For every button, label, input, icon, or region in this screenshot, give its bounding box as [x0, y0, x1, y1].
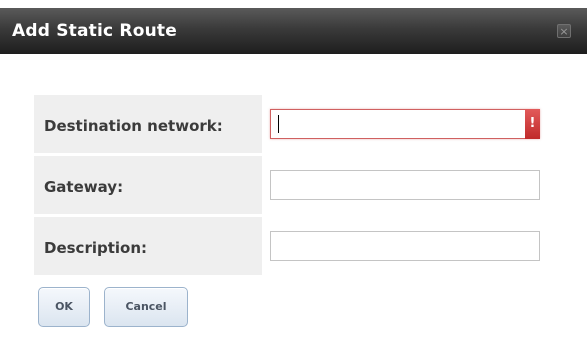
add-static-route-dialog: Add Static Route × Destination network: … [0, 0, 587, 347]
description-label-cell: Description: [34, 217, 262, 275]
destination-network-input[interactable] [270, 109, 540, 139]
description-input[interactable] [270, 231, 540, 261]
description-row: Description: [34, 217, 554, 275]
close-icon[interactable]: × [557, 24, 571, 38]
destination-label: Destination network: [44, 117, 223, 135]
error-icon: ! [525, 109, 540, 139]
gateway-label-cell: Gateway: [34, 156, 262, 214]
gateway-label: Gateway: [44, 178, 124, 196]
destination-row: Destination network: ! [34, 95, 554, 153]
destination-label-cell: Destination network: [34, 95, 262, 153]
dialog-titlebar[interactable]: Add Static Route × [0, 8, 587, 54]
description-field-cell [262, 217, 554, 275]
route-form: Destination network: ! Gateway: Descript… [34, 95, 554, 278]
text-cursor [278, 115, 279, 133]
cancel-button[interactable]: Cancel [104, 287, 188, 327]
ok-button[interactable]: OK [38, 287, 90, 327]
gateway-row: Gateway: [34, 156, 554, 214]
description-label: Description: [44, 239, 148, 257]
gateway-field-cell [262, 156, 554, 214]
gateway-input[interactable] [270, 170, 540, 200]
dialog-title: Add Static Route [12, 21, 177, 41]
destination-field-cell: ! [262, 95, 554, 153]
